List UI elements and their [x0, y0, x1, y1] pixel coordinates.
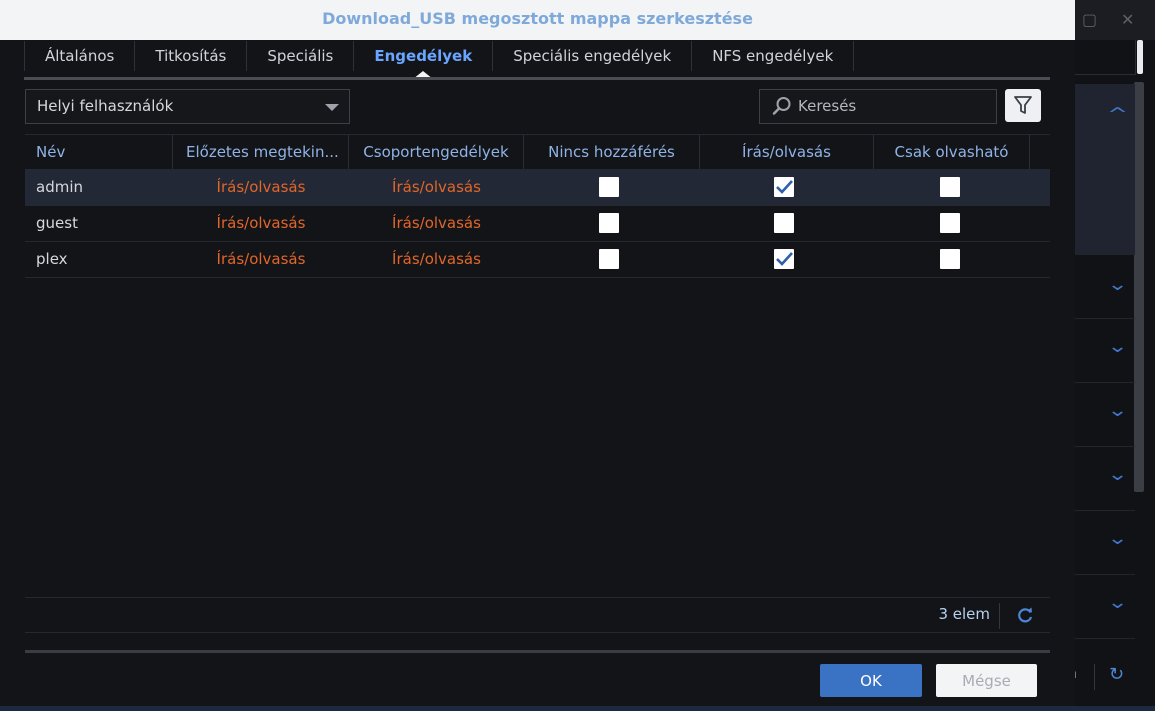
- read-only-checkbox[interactable]: [940, 249, 960, 269]
- tab-advanced-permissions[interactable]: Speciális engedélyek: [493, 41, 693, 71]
- background-field: [1075, 40, 1136, 75]
- column-header-no-access[interactable]: Nincs hozzáférés: [524, 135, 700, 169]
- chevron-up-icon[interactable]: ^: [1107, 104, 1128, 125]
- cancel-button[interactable]: Mégse: [936, 664, 1037, 697]
- edit-shared-folder-dialog: Download_USB megosztott mappa szerkeszté…: [0, 0, 1075, 706]
- preview-permission: Írás/olvasás: [216, 250, 306, 268]
- tab-general[interactable]: Általános: [24, 41, 136, 71]
- read-write-checkbox[interactable]: [774, 249, 794, 269]
- chevron-down-icon[interactable]: ⌄: [1107, 274, 1128, 295]
- dropdown-arrow-icon: [325, 104, 339, 111]
- refresh-icon[interactable]: ↻: [1109, 664, 1124, 685]
- group-permission: Írás/olvasás: [392, 178, 481, 196]
- permissions-table: Név Előzetes megtekin... Csoportengedély…: [25, 134, 1050, 278]
- table-row[interactable]: admin Írás/olvasás Írás/olvasás: [25, 170, 1050, 206]
- user-name: guest: [36, 214, 78, 232]
- user-name: plex: [36, 250, 68, 268]
- chevron-down-icon[interactable]: ⌄: [1107, 464, 1128, 485]
- search-input[interactable]: [798, 96, 988, 116]
- divider: [25, 632, 1050, 633]
- read-only-checkbox[interactable]: [940, 213, 960, 233]
- divider: [25, 597, 1050, 598]
- read-only-checkbox[interactable]: [940, 177, 960, 197]
- table-row[interactable]: guest Írás/olvasás Írás/olvasás: [25, 206, 1050, 242]
- no-access-checkbox[interactable]: [599, 213, 619, 233]
- group-permission: Írás/olvasás: [392, 250, 481, 268]
- table-row[interactable]: plex Írás/olvasás Írás/olvasás: [25, 242, 1050, 278]
- user-type-select[interactable]: Helyi felhasználók: [25, 89, 350, 124]
- column-header-read-only[interactable]: Csak olvasható: [874, 135, 1030, 169]
- close-icon[interactable]: ✕: [1121, 10, 1134, 29]
- column-header-read-write[interactable]: Írás/olvasás: [700, 135, 874, 169]
- no-access-checkbox[interactable]: [599, 177, 619, 197]
- search-box[interactable]: [759, 89, 997, 124]
- tab-bar: Általános Titkosítás Speciális Engedélye…: [24, 41, 855, 79]
- background-scrollbar-thumb[interactable]: [1137, 40, 1143, 74]
- column-header-name[interactable]: Név: [25, 135, 173, 169]
- read-write-checkbox[interactable]: [774, 213, 794, 233]
- item-count: 3 elem: [938, 605, 990, 623]
- dialog-titlebar[interactable]: Download_USB megosztott mappa szerkeszté…: [0, 0, 1075, 40]
- maximize-icon[interactable]: ▢: [1082, 10, 1097, 29]
- checkmark-icon: [776, 252, 793, 266]
- filter-button[interactable]: [1005, 89, 1041, 122]
- chevron-down-icon[interactable]: ⌄: [1107, 592, 1128, 613]
- refresh-icon[interactable]: [1015, 605, 1035, 625]
- group-permission: Írás/olvasás: [392, 214, 481, 232]
- search-icon: [772, 97, 791, 115]
- divider: [25, 650, 1050, 653]
- tab-encryption[interactable]: Titkosítás: [135, 41, 248, 71]
- chevron-down-icon[interactable]: ⌄: [1107, 528, 1128, 549]
- ok-button[interactable]: OK: [820, 664, 922, 697]
- background-titlebar: ▢ ✕: [1075, 0, 1155, 40]
- divider: [1094, 664, 1095, 690]
- preview-permission: Írás/olvasás: [216, 178, 306, 196]
- filter-icon: [1014, 96, 1032, 114]
- preview-permission: Írás/olvasás: [216, 214, 306, 232]
- user-type-select-value: Helyi felhasználók: [37, 97, 174, 115]
- table-header: Név Előzetes megtekin... Csoportengedély…: [25, 134, 1050, 170]
- divider: [999, 603, 1000, 629]
- tab-permissions[interactable]: Engedélyek: [354, 41, 494, 79]
- no-access-checkbox[interactable]: [599, 249, 619, 269]
- background-scrollbar[interactable]: [1134, 82, 1144, 492]
- column-header-preview[interactable]: Előzetes megtekin...: [173, 135, 349, 169]
- user-name: admin: [36, 178, 83, 196]
- tab-permissions-label: Engedélyek: [374, 47, 473, 65]
- tab-underline: [24, 77, 1050, 80]
- chevron-down-icon[interactable]: ⌄: [1107, 400, 1128, 421]
- chevron-down-icon[interactable]: ⌄: [1107, 336, 1128, 357]
- column-header-group-permissions[interactable]: Csoportengedélyek: [349, 135, 524, 169]
- read-write-checkbox[interactable]: [774, 177, 794, 197]
- tab-nfs-permissions[interactable]: NFS engedélyek: [692, 41, 855, 71]
- taskbar-edge: [0, 706, 1155, 711]
- checkmark-icon: [776, 180, 793, 194]
- tab-advanced[interactable]: Speciális: [247, 41, 355, 71]
- dialog-title: Download_USB megosztott mappa szerkeszté…: [322, 9, 753, 28]
